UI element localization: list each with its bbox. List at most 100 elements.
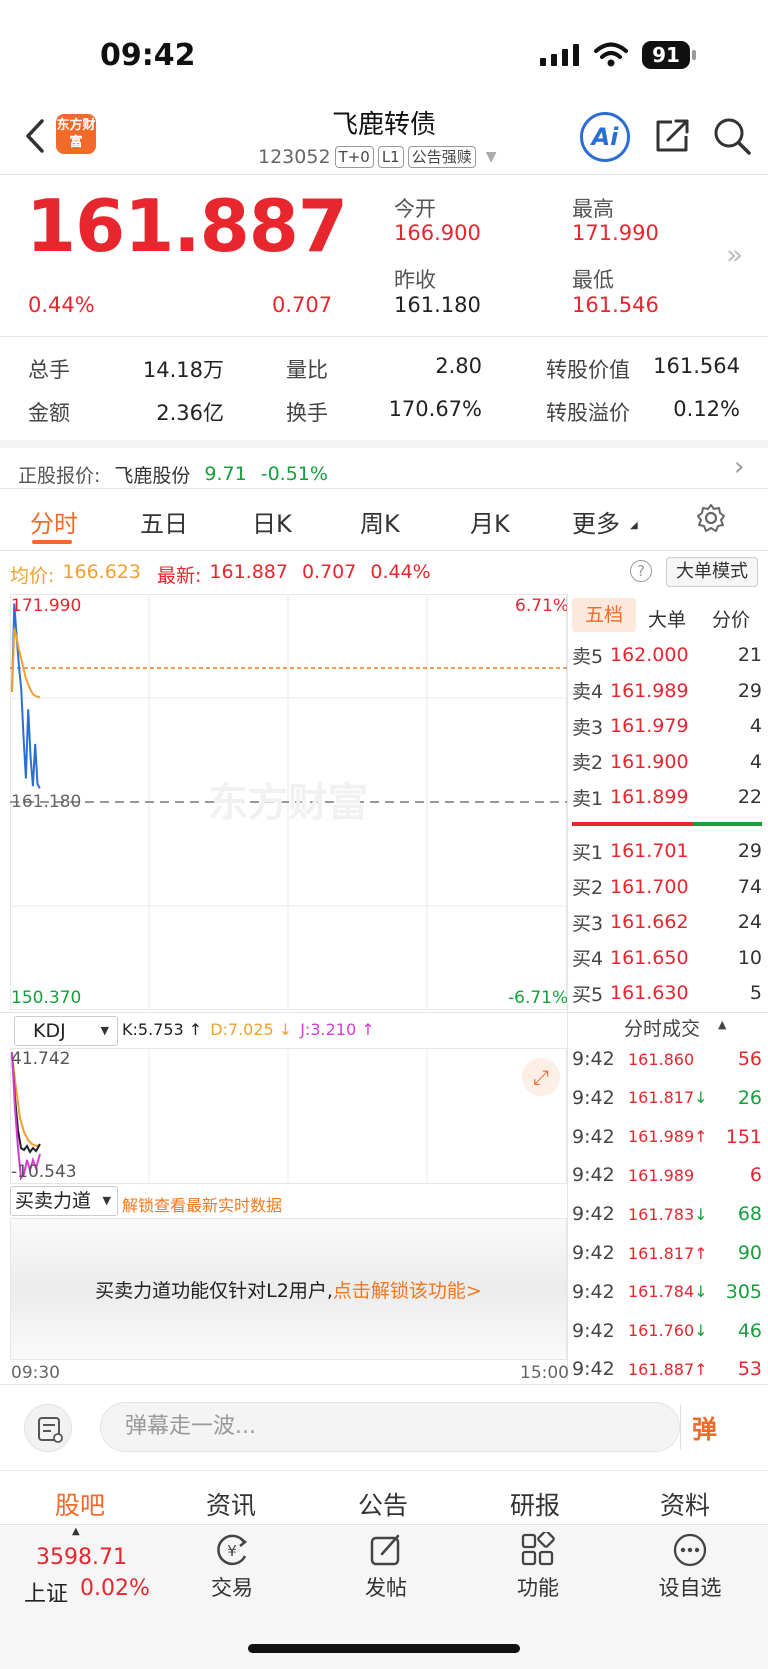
avg-value: 166.623 (62, 561, 141, 583)
change-amount: 0.707 (272, 293, 333, 317)
divider (0, 1470, 768, 1471)
tab-weekly-k[interactable]: 周K (360, 504, 400, 539)
nav-watchlist-label[interactable]: 设自选 (640, 1572, 740, 1602)
bid-row[interactable]: 买3 161.662 24 (572, 905, 762, 939)
last-price: 161.887 (26, 184, 348, 268)
nav-post-label[interactable]: 发帖 (336, 1572, 436, 1602)
trade-price: 161.783↓ (628, 1204, 708, 1224)
tab-intraday[interactable]: 分时 (30, 504, 78, 539)
level-label: 买3 (572, 912, 604, 935)
y-axis-top: 171.990 (11, 596, 82, 616)
trade-arrow: ↑ (694, 1359, 708, 1379)
book-tab-five-level[interactable]: 五档 (572, 598, 636, 632)
share-icon[interactable] (652, 116, 692, 156)
ask-row[interactable]: 卖1 161.899 22 (572, 780, 762, 814)
low-label: 最低 (572, 268, 614, 292)
stat-value: 14.18万 (142, 358, 224, 382)
level-label: 买1 (572, 841, 604, 864)
ask-row[interactable]: 卖5 162.000 21 (572, 638, 762, 672)
kdj-k: K:5.753 ↑ (122, 1020, 203, 1039)
tab-monthly-k[interactable]: 月K (470, 504, 510, 539)
subnav-guba[interactable]: 股吧 (55, 1486, 105, 1522)
expand-icon[interactable]: ⤢ (522, 1058, 560, 1096)
trade-volume: 56 (737, 1048, 762, 1070)
underlying-change: -0.51% (260, 463, 328, 485)
indicator-select[interactable]: KDJ ▼ (14, 1016, 118, 1046)
subnav-profile[interactable]: 资料 (660, 1486, 710, 1522)
trade-time: 9:42 (572, 1164, 615, 1187)
latest-change: 0.707 (301, 561, 357, 583)
level-price: 161.650 (610, 946, 689, 969)
power-select[interactable]: 买卖力道 ▼ (10, 1186, 118, 1216)
trade-row: 9:42 161.887↑ 53 (572, 1350, 762, 1388)
ask-row[interactable]: 卖4 161.989 29 (572, 674, 762, 708)
home-indicator (248, 1644, 520, 1653)
level-volume: 10 (737, 946, 762, 969)
trade-volume: 46 (737, 1319, 762, 1342)
trade-icon[interactable]: ¥ (214, 1532, 250, 1568)
subnav-announcements[interactable]: 公告 (358, 1486, 408, 1522)
tag-redeem[interactable]: 公告强赎 (407, 146, 476, 168)
chevron-down-icon[interactable]: ▼ (486, 149, 497, 165)
more-dots-icon[interactable] (672, 1532, 708, 1568)
level-volume: 5 (749, 982, 762, 1004)
settings-gear-icon[interactable] (696, 503, 726, 533)
index-value[interactable]: 3598.71 (36, 1545, 127, 1570)
intraday-chart[interactable]: 东方财富 (10, 594, 567, 1010)
bid-row[interactable]: 买2 161.700 74 (572, 870, 762, 904)
bid-row[interactable]: 买5 161.630 5 (572, 976, 762, 1010)
level-price: 161.630 (610, 982, 689, 1004)
nav-functions-label[interactable]: 功能 (488, 1572, 588, 1602)
search-icon[interactable] (712, 116, 752, 156)
trade-volume: 90 (737, 1242, 762, 1264)
bid-row[interactable]: 买1 161.701 29 (572, 834, 762, 868)
ai-button[interactable]: Ai (580, 112, 630, 162)
level-price: 161.900 (610, 750, 689, 773)
trade-row: 9:42 161.989↑ 151 (572, 1118, 762, 1156)
price-series (11, 603, 41, 789)
unlock-hint[interactable]: 解锁查看最新实时数据 (122, 1192, 282, 1216)
kdj-axis-top: 41.742 (11, 1049, 71, 1069)
trade-time: 9:42 (572, 1280, 615, 1303)
trade-price: 161.760↓ (628, 1321, 708, 1341)
stat-value: 0.12% (673, 397, 740, 421)
stat-label: 总手 (28, 358, 70, 382)
trade-row: 9:42 161.760↓ 46 (572, 1312, 762, 1350)
book-tab-price-levels[interactable]: 分价 (712, 605, 750, 632)
latest-percent: 0.44% (370, 561, 431, 583)
ask-row[interactable]: 卖3 161.979 4 (572, 709, 762, 743)
tab-five-day[interactable]: 五日 (140, 504, 188, 539)
tab-daily-k[interactable]: 日K (252, 504, 292, 539)
unlock-link[interactable]: 点击解锁该功能> (333, 1280, 482, 1302)
tab-more[interactable]: 更多 (572, 504, 620, 539)
divider (680, 1404, 681, 1450)
kdj-chart[interactable] (10, 1048, 567, 1184)
trades-header[interactable]: 分时成交 (624, 1014, 700, 1041)
ask-row[interactable]: 卖2 161.900 4 (572, 745, 762, 779)
compose-icon[interactable] (368, 1532, 404, 1568)
wifi-icon (594, 42, 628, 67)
danmu-input[interactable]: 弹幕走一波... (100, 1402, 680, 1452)
trade-time: 9:42 (572, 1203, 615, 1226)
trade-row: 9:42 161.783↓ 68 (572, 1195, 762, 1233)
subnav-news[interactable]: 资讯 (206, 1486, 256, 1522)
subnav-research[interactable]: 研报 (510, 1486, 560, 1522)
bid-row[interactable]: 买4 161.650 10 (572, 941, 762, 975)
expand-chevron-icon[interactable]: » (726, 238, 743, 271)
trade-time: 9:42 (572, 1358, 615, 1381)
chevron-right-icon[interactable]: › (734, 452, 744, 482)
nav-trade-label[interactable]: 交易 (182, 1572, 282, 1602)
note-icon[interactable] (24, 1404, 72, 1452)
large-order-mode-button[interactable]: 大单模式 (666, 557, 758, 587)
underlying-row[interactable]: 正股报价: 飞鹿股份 9.71 -0.51% (18, 452, 758, 496)
level-label: 卖4 (572, 681, 604, 703)
danmu-toggle-button[interactable]: 弹 (692, 1410, 717, 1446)
help-icon[interactable]: ? (630, 560, 652, 582)
caret-up-icon: ▲ (72, 1526, 80, 1537)
book-tab-large-orders[interactable]: 大单 (648, 605, 686, 632)
level-volume: 4 (749, 750, 762, 773)
functions-grid-icon[interactable] (520, 1532, 556, 1568)
latest-label: 最新: (156, 565, 202, 587)
prev-close-label: 昨收 (394, 268, 436, 292)
trade-row: 9:42 161.860 56 (572, 1040, 762, 1078)
